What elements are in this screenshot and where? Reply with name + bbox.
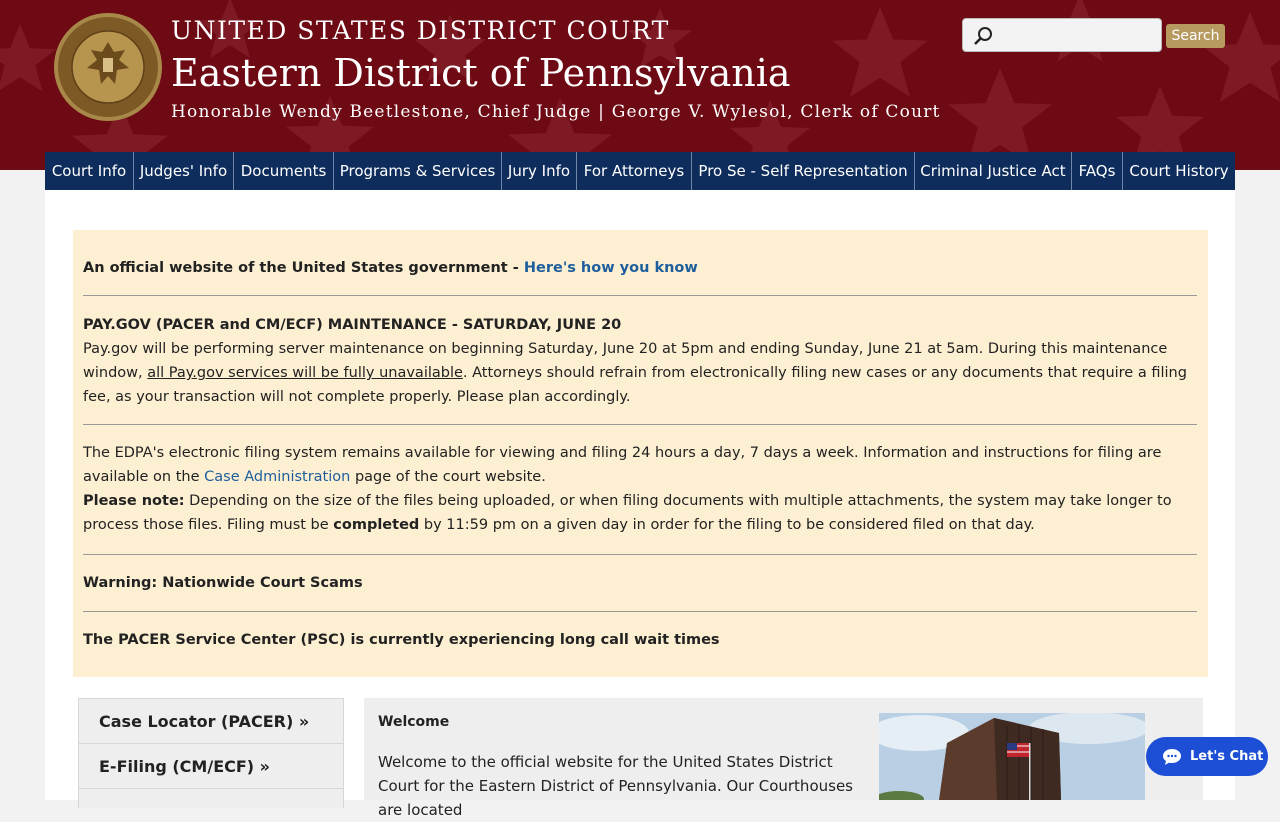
sidebar-item-case-locator[interactable]: Case Locator (PACER) » bbox=[78, 698, 344, 743]
divider bbox=[83, 611, 1197, 612]
official-notice: An official website of the United States… bbox=[83, 260, 698, 276]
sidebar-item-e-filing[interactable]: E-Filing (CM/ECF) » bbox=[78, 743, 344, 788]
welcome-panel: Welcome Welcome to the official website … bbox=[364, 698, 1203, 819]
court-seal-icon[interactable] bbox=[53, 12, 163, 122]
search-box bbox=[962, 18, 1162, 52]
district-name[interactable]: Eastern District of Pennsylvania bbox=[171, 51, 791, 95]
search-input[interactable] bbox=[999, 23, 1157, 47]
site-header: UNITED STATES DISTRICT COURT Eastern Dis… bbox=[0, 0, 1280, 170]
court-scams-link[interactable]: Warning: Nationwide Court Scams bbox=[83, 571, 1197, 595]
nav-criminal-justice-act[interactable]: Criminal Justice Act bbox=[915, 152, 1072, 190]
search-button[interactable]: Search bbox=[1166, 24, 1225, 48]
lets-chat-button[interactable]: Let's Chat bbox=[1146, 737, 1268, 776]
nav-court-history[interactable]: Court History bbox=[1123, 152, 1235, 190]
pacer-wait-times-link[interactable]: The PACER Service Center (PSC) is curren… bbox=[83, 628, 1197, 652]
welcome-title: Welcome bbox=[378, 714, 450, 730]
paygov-text: Pay.gov will be performing server mainte… bbox=[83, 341, 1187, 405]
search-icon bbox=[974, 27, 992, 45]
please-note-text: Please note: Depending on the size of th… bbox=[83, 493, 1172, 533]
nav-faqs[interactable]: FAQs bbox=[1072, 152, 1123, 190]
heres-how-you-know-link[interactable]: Here's how you know bbox=[524, 260, 698, 276]
nav-pro-se[interactable]: Pro Se - Self Representation bbox=[692, 152, 915, 190]
officials-line: Honorable Wendy Beetlestone, Chief Judge… bbox=[171, 102, 941, 122]
nav-judges-info[interactable]: Judges' Info bbox=[134, 152, 234, 190]
welcome-text: Welcome to the official website for the … bbox=[378, 753, 853, 819]
sidebar-item-next[interactable] bbox=[78, 788, 344, 808]
quick-links-sidebar: Case Locator (PACER) » E-Filing (CM/ECF)… bbox=[78, 698, 344, 808]
case-administration-link[interactable]: Case Administration bbox=[204, 469, 350, 485]
alert-box: An official website of the United States… bbox=[73, 230, 1208, 677]
nav-programs-services[interactable]: Programs & Services bbox=[334, 152, 502, 190]
courthouse-photo bbox=[879, 713, 1145, 800]
nav-documents[interactable]: Documents bbox=[234, 152, 334, 190]
nav-for-attorneys[interactable]: For Attorneys bbox=[577, 152, 692, 190]
divider bbox=[83, 424, 1197, 425]
chat-bubble-icon bbox=[1163, 748, 1181, 765]
nav-court-info[interactable]: Court Info bbox=[45, 152, 134, 190]
court-name: UNITED STATES DISTRICT COURT bbox=[171, 16, 670, 45]
divider bbox=[83, 295, 1197, 296]
main-nav: Court Info Judges' Info Documents Progra… bbox=[45, 152, 1235, 190]
paygov-title: PAY.GOV (PACER and CM/ECF) MAINTENANCE -… bbox=[83, 317, 622, 333]
efiling-text: The EDPA's electronic filing system rema… bbox=[83, 445, 1162, 485]
paygov-unavailable-text: all Pay.gov services will be fully unava… bbox=[147, 365, 463, 381]
divider bbox=[83, 554, 1197, 555]
nav-jury-info[interactable]: Jury Info bbox=[502, 152, 577, 190]
chat-label: Let's Chat bbox=[1190, 749, 1264, 764]
